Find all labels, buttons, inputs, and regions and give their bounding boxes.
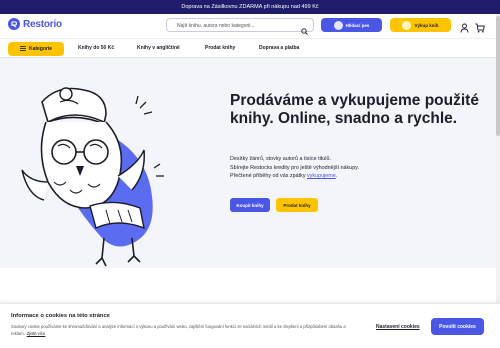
nav-link-cheap-books[interactable]: Knihy do 50 Kč xyxy=(78,45,114,51)
search-input[interactable] xyxy=(177,21,297,30)
announcement-text: Doprava na Zásilkovnu ZDARMA při nákupu … xyxy=(181,4,319,10)
logo-text: Restorio xyxy=(23,18,62,30)
cookie-more-link[interactable]: Zjistit více xyxy=(27,331,46,336)
cookie-text: Soubory cookie používáme ke shromažďován… xyxy=(11,323,359,337)
buyback-link[interactable]: vykupujeme xyxy=(307,173,336,179)
hero-section: Prodáváme a vykupujeme použité knihy. On… xyxy=(0,58,500,268)
site-header: Restorio Hlídací pes Výkup knih xyxy=(0,14,500,36)
buyback-button[interactable]: Výkup knih xyxy=(390,18,451,32)
hero-line-3-prefix: Přečtené příběhy od vás zpátky xyxy=(230,173,308,179)
hero-line-3-suffix: . xyxy=(335,173,338,179)
sell-books-button[interactable]: Prodat knihy xyxy=(276,198,318,212)
main-nav: Kategorie Knihy do 50 Kč Knihy v angličt… xyxy=(0,38,500,58)
owl-illustration xyxy=(21,87,164,267)
logo[interactable]: Restorio xyxy=(8,18,62,30)
buyback-label: Výkup knih xyxy=(414,22,439,28)
cookie-text-body: Soubory cookie používáme ke shromažďován… xyxy=(11,324,346,336)
watchdog-icon xyxy=(333,20,343,30)
cookie-banner: Informace o cookies na této stránce Soub… xyxy=(0,303,500,348)
cookie-accept-button[interactable]: Povolit cookies xyxy=(431,318,484,335)
nav-link-shipping[interactable]: Doprava a platba xyxy=(259,45,299,51)
scrollbar[interactable] xyxy=(496,14,500,348)
watchdog-label: Hlídací pes xyxy=(345,22,370,28)
categories-label: Kategorie xyxy=(28,46,53,52)
hero-line-1: Desítky žánrů, stovky autorů a tisíce ti… xyxy=(230,156,331,162)
cookie-title: Informace o cookies na této stránce xyxy=(11,313,110,319)
scrollbar-thumb[interactable] xyxy=(496,16,500,136)
buyback-icon xyxy=(402,20,412,30)
hero-line-2: Sbírejte Restocks kredity pro ještě výho… xyxy=(230,164,360,171)
hero-description: Desítky žánrů, stovky autorů a tisíce ti… xyxy=(230,155,480,181)
hero-title: Prodáváme a vykupujeme použité knihy. On… xyxy=(230,92,479,127)
categories-button[interactable]: Kategorie xyxy=(8,42,64,56)
menu-icon xyxy=(19,45,26,53)
watchdog-button[interactable]: Hlídací pes xyxy=(321,18,382,32)
cart-icon[interactable] xyxy=(475,20,485,38)
hero-line-3: Přečtené příběhy od vás zpátky vykupujem… xyxy=(230,172,480,181)
cookie-settings-link[interactable]: Nastavení cookies xyxy=(376,324,420,330)
user-icon[interactable] xyxy=(460,20,469,38)
nav-link-sell-books[interactable]: Prodat knihy xyxy=(205,45,235,51)
logo-icon xyxy=(8,18,20,30)
nav-link-english-books[interactable]: Knihy v angličtině xyxy=(137,45,180,51)
search-box[interactable] xyxy=(166,18,314,35)
buy-books-button[interactable]: Koupit knihy xyxy=(230,198,270,212)
announcement-bar: Doprava na Zásilkovnu ZDARMA při nákupu … xyxy=(0,0,500,14)
